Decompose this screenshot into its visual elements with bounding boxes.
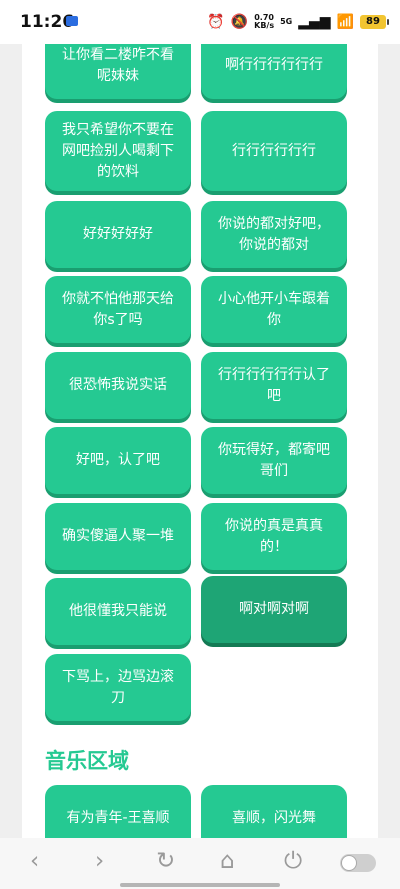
music-button[interactable]: 有为青年-王喜顺 bbox=[45, 785, 191, 838]
phrase-button[interactable]: 好吧，认了吧 bbox=[45, 427, 191, 494]
soundboard-page[interactable]: 让你看二楼咋不看呢妹妹 啊行行行行行行 我只希望你不要在网吧捡别人喝剩下的饮料 … bbox=[22, 38, 378, 838]
phrase-button[interactable]: 行行行行行行认了吧 bbox=[201, 352, 347, 419]
home-icon[interactable]: ⌂ bbox=[220, 848, 235, 874]
signal-type: 5G bbox=[280, 17, 293, 26]
net-speed: 0.70 KB/s bbox=[254, 14, 274, 30]
phrase-button[interactable]: 下骂上，边骂边滚刀 bbox=[45, 654, 191, 721]
phrase-button[interactable]: 行行行行行行 bbox=[201, 111, 347, 191]
phrase-button[interactable]: 确实傻逼人聚一堆 bbox=[45, 503, 191, 570]
back-icon[interactable]: ‹ bbox=[30, 848, 39, 874]
phrase-button[interactable]: 他很懂我只能说 bbox=[45, 578, 191, 645]
phrase-button[interactable]: 你说的真是真真的！ bbox=[201, 503, 347, 570]
music-button[interactable]: 喜顺，闪光舞 bbox=[201, 785, 347, 838]
signal-icon: ▂▄▆ bbox=[298, 14, 331, 30]
phrase-button[interactable]: 啊行行行行行行 bbox=[201, 38, 347, 99]
notification-icon bbox=[66, 16, 78, 26]
phrase-button[interactable]: 你玩得好，都寄吧哥们 bbox=[201, 427, 347, 494]
toggle-knob bbox=[341, 855, 357, 871]
home-indicator bbox=[120, 883, 280, 887]
refresh-icon[interactable]: ↻ bbox=[156, 848, 175, 874]
mute-icon: 🔕 bbox=[230, 14, 249, 30]
status-icons: ⏰ 🔕 0.70 KB/s 5G ▂▄▆ 📶 89 bbox=[207, 14, 389, 30]
phrase-button[interactable]: 让你看二楼咋不看呢妹妹 bbox=[45, 38, 191, 99]
net-speed-unit: KB/s bbox=[254, 21, 275, 30]
toggle-switch[interactable] bbox=[340, 854, 376, 872]
phrase-button[interactable]: 你说的都对好吧，你说的都对 bbox=[201, 201, 347, 268]
status-bar: 11:26 ⏰ 🔕 0.70 KB/s 5G ▂▄▆ 📶 89 bbox=[0, 0, 400, 44]
phrase-button[interactable]: 好好好好好 bbox=[45, 201, 191, 268]
browser-nav-bar: ‹ › ↻ ⌂ ⏻ bbox=[0, 838, 400, 889]
phrase-button[interactable]: 小心他开小车跟着你 bbox=[201, 276, 347, 343]
music-section-title: 音乐区域 bbox=[45, 749, 129, 773]
alarm-icon: ⏰ bbox=[207, 14, 225, 30]
wifi-icon: 📶 bbox=[336, 14, 354, 30]
phrase-button[interactable]: 很恐怖我说实话 bbox=[45, 352, 191, 419]
phrase-button[interactable]: 我只希望你不要在网吧捡别人喝剩下的饮料 bbox=[45, 111, 191, 191]
power-icon[interactable]: ⏻ bbox=[284, 848, 302, 874]
phrase-button-active[interactable]: 啊对啊对啊 bbox=[201, 576, 347, 643]
phrase-button[interactable]: 你就不怕他那天给你s了吗 bbox=[45, 276, 191, 343]
battery-icon: 89 bbox=[360, 15, 389, 29]
forward-icon[interactable]: › bbox=[95, 848, 104, 874]
